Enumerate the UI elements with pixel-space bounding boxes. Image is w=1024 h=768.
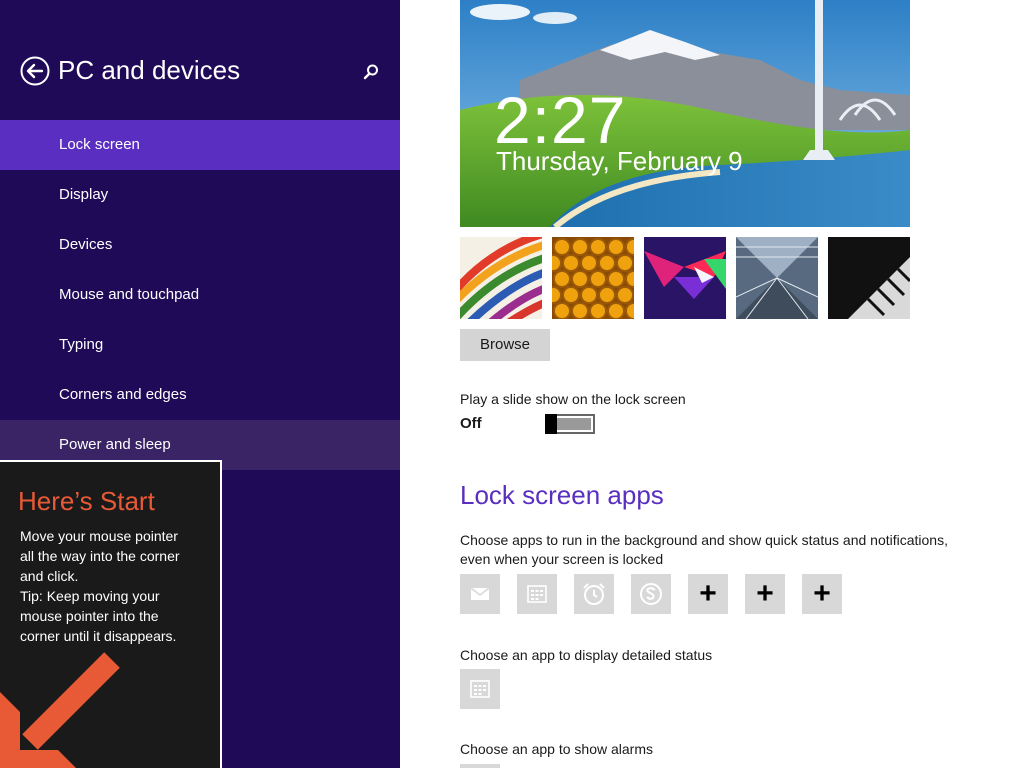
sidebar-item-display[interactable]: Display (0, 170, 400, 220)
sidebar-header: PC and devices (0, 50, 400, 92)
browse-button[interactable]: Browse (460, 329, 550, 361)
thumb-tunnel[interactable] (736, 237, 818, 319)
lock-screen-date: Thursday, February 9 (496, 146, 743, 176)
sidebar-item-typing[interactable]: Typing (0, 320, 400, 370)
slideshow-state: Off (460, 415, 482, 432)
calendar-icon (527, 585, 547, 603)
alarms-app-label: Choose an app to show alarms (460, 741, 653, 757)
skype-icon (640, 583, 662, 605)
sidebar-item-mouse-and-touchpad[interactable]: Mouse and touchpad (0, 270, 400, 320)
background-thumbnails (460, 237, 910, 319)
lock-screen-apps-heading: Lock screen apps (460, 480, 664, 510)
add-app-button[interactable]: + (688, 574, 728, 614)
start-tip-line: corner until it disappears. (20, 628, 177, 644)
start-tip-body: Move your mouse pointer all the way into… (20, 526, 210, 646)
start-tip-title: Here’s Start (18, 486, 155, 516)
start-tip-line: all the way into the corner (20, 548, 180, 564)
lock-screen-preview: 2:27 Thursday, February 9 (460, 0, 910, 227)
app-slot-alarms[interactable] (574, 574, 614, 614)
thumb-geometric[interactable] (644, 237, 726, 319)
main-content: 2:27 Thursday, February 9 Browse Play a … (400, 0, 1024, 768)
start-tip-line: Move your mouse pointer (20, 528, 178, 544)
start-tip-line: mouse pointer into the (20, 608, 159, 624)
slideshow-toggle[interactable] (545, 414, 595, 434)
calendar-icon (470, 680, 490, 698)
slideshow-label: Play a slide show on the lock screen (460, 391, 686, 407)
detailed-status-label: Choose an app to display detailed status (460, 647, 713, 663)
start-tip-line: Tip: Keep moving your (20, 588, 160, 604)
back-arrow-icon[interactable] (20, 56, 50, 86)
start-tip-line: and click. (20, 568, 79, 584)
mail-icon (470, 587, 490, 600)
sidebar-item-lock-screen[interactable]: Lock screen (0, 120, 400, 170)
sidebar-item-corners-and-edges[interactable]: Corners and edges (0, 370, 400, 420)
detailed-status-app-slot[interactable] (460, 669, 500, 709)
add-app-button[interactable]: + (802, 574, 842, 614)
sidebar-nav: Lock screen Display Devices Mouse and to… (0, 120, 400, 470)
app-slot-calendar[interactable] (517, 574, 557, 614)
search-icon[interactable] (360, 61, 382, 83)
thumb-piano[interactable] (828, 237, 910, 319)
start-tip-popup: Here’s Start Move your mouse pointer all… (0, 460, 222, 768)
lock-screen-app-slots: + + + (460, 574, 860, 614)
toggle-thumb[interactable] (545, 414, 557, 434)
sidebar-item-devices[interactable]: Devices (0, 220, 400, 270)
app-slot-mail[interactable] (460, 574, 500, 614)
thumb-honeycomb[interactable] (552, 237, 634, 319)
alarm-clock-icon (583, 583, 605, 605)
lock-screen-apps-description: Choose apps to run in the background and… (460, 531, 980, 569)
description-line: Choose apps to run in the background and… (460, 532, 948, 548)
alarms-app-slot[interactable] (460, 764, 500, 768)
arrow-down-left-icon (0, 652, 120, 768)
page-title: PC and devices (58, 55, 241, 85)
add-app-button[interactable]: + (745, 574, 785, 614)
description-line: even when your screen is locked (460, 551, 664, 567)
thumb-colored-stripes[interactable] (460, 237, 542, 319)
app-slot-skype[interactable] (631, 574, 671, 614)
